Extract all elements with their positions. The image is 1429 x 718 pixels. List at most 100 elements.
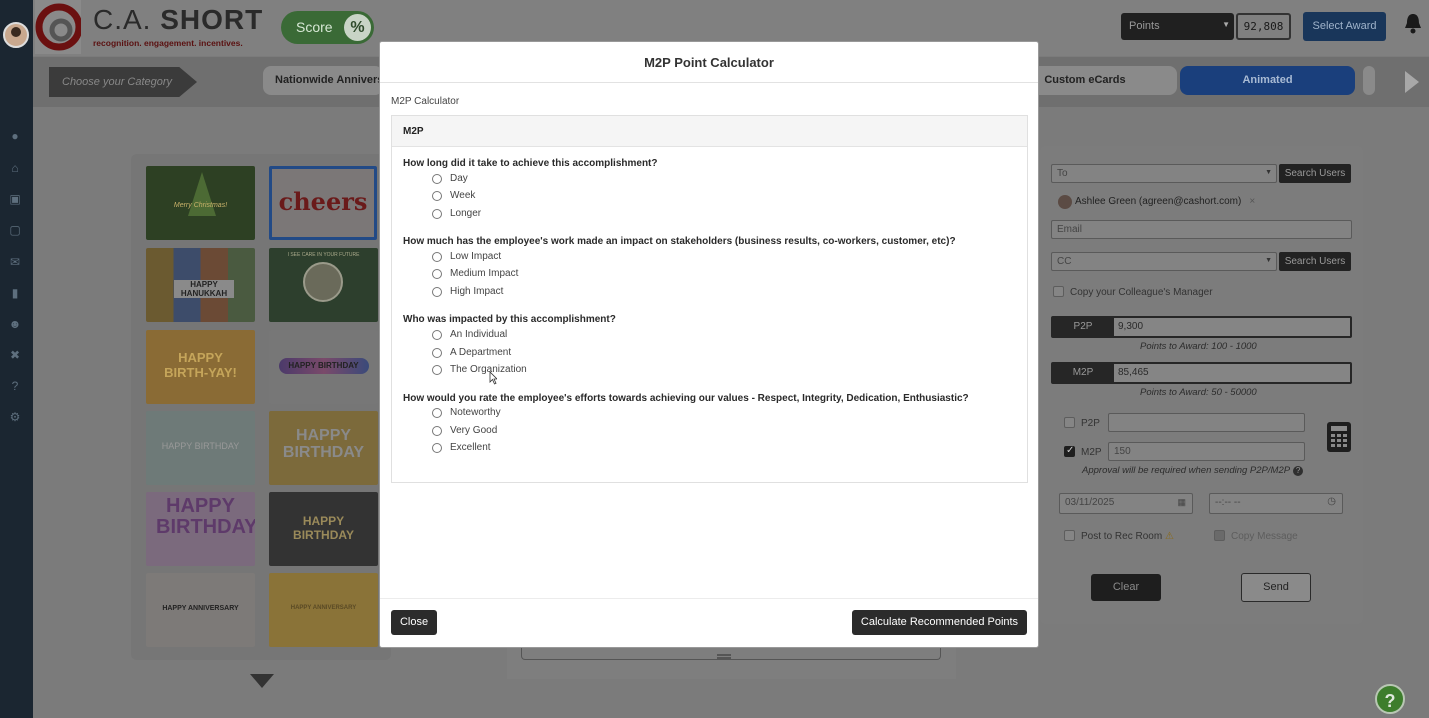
email-field[interactable]: Email: [1051, 220, 1352, 239]
date-field[interactable]: 03/11/2025 ▦: [1059, 493, 1193, 514]
category-next-partial[interactable]: [1363, 66, 1375, 95]
option-label: Excellent: [450, 442, 491, 453]
option-label: Very Good: [450, 425, 498, 436]
tools-icon[interactable]: ✖: [8, 349, 22, 361]
caret-down-icon: ▼: [1265, 169, 1272, 176]
percent-icon: %: [344, 14, 371, 41]
chevron-down-icon[interactable]: [250, 674, 274, 688]
question-icon[interactable]: ?: [1293, 466, 1304, 476]
m2p-checkbox[interactable]: [1064, 445, 1075, 457]
help-icon[interactable]: ?: [8, 380, 22, 392]
chart-icon[interactable]: ▮: [8, 287, 22, 299]
ecard-christmas[interactable]: Merry Christmas!: [146, 166, 255, 240]
user-icon[interactable]: ●: [8, 130, 22, 142]
ecard-care[interactable]: I SEE CARE IN YOUR FUTURE: [269, 248, 378, 322]
m2p-amount-field[interactable]: 150: [1108, 442, 1305, 461]
q3-option-individual[interactable]: An Individual: [432, 328, 507, 342]
ecard-anniversary-gold[interactable]: HAPPY ANNIVERSARY: [269, 573, 378, 647]
q4-option-noteworthy[interactable]: Noteworthy: [432, 406, 501, 420]
calendar-icon[interactable]: ▦: [1177, 497, 1186, 508]
q1-option-day[interactable]: Day: [432, 172, 468, 186]
q4-option-very-good[interactable]: Very Good: [432, 424, 497, 438]
radio-button[interactable]: [432, 269, 442, 279]
option-label: Noteworthy: [450, 407, 501, 418]
q3-option-organization[interactable]: The Organization: [432, 363, 527, 377]
team-icon[interactable]: ☻: [8, 318, 22, 330]
approval-note-text: Approval will be required when sending P…: [1082, 465, 1291, 476]
radio-button[interactable]: [432, 287, 442, 297]
cc-field[interactable]: CC ▼: [1051, 252, 1277, 271]
chevron-right-icon[interactable]: [1405, 71, 1419, 93]
post-rec-room-checkbox[interactable]: [1064, 530, 1075, 541]
bell-icon[interactable]: [1403, 12, 1423, 34]
search-users-button-cc[interactable]: Search Users: [1279, 252, 1351, 271]
settings-icon[interactable]: ⚙: [8, 411, 22, 423]
q2-option-low[interactable]: Low Impact: [432, 250, 501, 264]
resize-grip-icon[interactable]: [717, 654, 731, 656]
clock-icon[interactable]: ◷: [1327, 496, 1336, 507]
close-button[interactable]: Close: [391, 610, 437, 635]
radio-button[interactable]: [432, 426, 442, 436]
q2-option-medium[interactable]: Medium Impact: [432, 267, 518, 281]
ecard-birthday-purple[interactable]: HAPPY BIRTHDAY: [146, 492, 255, 566]
mail-icon[interactable]: ✉: [8, 256, 22, 268]
help-fab-button[interactable]: ?: [1375, 684, 1405, 714]
points-type-select[interactable]: Points ▼: [1121, 13, 1234, 40]
m2p-balance-box: M2P 85,465: [1051, 362, 1352, 384]
q2-option-high[interactable]: High Impact: [432, 285, 503, 299]
calculate-recommended-points-button[interactable]: Calculate Recommended Points: [852, 610, 1027, 635]
radio-button[interactable]: [432, 443, 442, 453]
ecard-birthday-gold[interactable]: HAPPY BIRTHDAY: [269, 411, 378, 485]
q3-option-department[interactable]: A Department: [432, 346, 511, 360]
time-field[interactable]: --:-- -- ◷: [1209, 493, 1343, 514]
time-value: --:-- --: [1215, 497, 1241, 508]
q1-option-longer[interactable]: Longer: [432, 207, 481, 221]
image-icon[interactable]: ▢: [8, 224, 22, 236]
calculator-icon[interactable]: [1327, 422, 1351, 452]
copy-manager-checkbox[interactable]: [1053, 286, 1064, 297]
radio-button[interactable]: [432, 365, 442, 375]
select-award-button[interactable]: Select Award: [1303, 12, 1386, 41]
option-label: High Impact: [450, 286, 504, 297]
chat-icon[interactable]: ▣: [8, 193, 22, 205]
p2p-checkbox[interactable]: [1064, 417, 1075, 428]
radio-button[interactable]: [432, 408, 442, 418]
score-button[interactable]: Score %: [281, 11, 374, 44]
send-button[interactable]: Send: [1241, 573, 1311, 602]
points-select-label: Points: [1129, 20, 1160, 32]
category-nationwide-anniversary[interactable]: Nationwide Annivers...: [263, 66, 383, 95]
user-avatar[interactable]: [3, 22, 29, 48]
caret-down-icon: ▼: [1265, 257, 1272, 264]
p2p-balance-box: P2P 9,300: [1051, 316, 1352, 338]
ecard-gallery: Merry Christmas! cheers HAPPY HANUKKAH I…: [131, 154, 391, 660]
search-users-button-to[interactable]: Search Users: [1279, 164, 1351, 183]
p2p-amount-field[interactable]: [1108, 413, 1305, 432]
copy-message-checkbox[interactable]: [1214, 530, 1225, 541]
points-balance: 92,808: [1236, 13, 1291, 40]
to-field[interactable]: To ▼: [1051, 164, 1277, 183]
question-3: Who was impacted by this accomplishment?: [403, 314, 616, 325]
ecard-cheers[interactable]: cheers: [269, 166, 377, 240]
remove-recipient-icon[interactable]: ×: [1249, 196, 1255, 207]
radio-button[interactable]: [432, 348, 442, 358]
ecard-birthday-ribbon[interactable]: HAPPY BIRTHDAY: [269, 330, 378, 404]
q1-option-week[interactable]: Week: [432, 189, 475, 203]
ecard-hanukkah[interactable]: HAPPY HANUKKAH: [146, 248, 255, 322]
date-value: 03/11/2025: [1065, 497, 1115, 508]
category-animated[interactable]: Animated: [1180, 66, 1355, 95]
post-rec-room-text: Post to Rec Room: [1081, 531, 1163, 542]
ecard-birthday-watercolor[interactable]: HAPPY BIRTHDAY: [146, 411, 255, 485]
radio-button[interactable]: [432, 330, 442, 340]
ecard-birthday-dark[interactable]: HAPPY BIRTHDAY: [269, 492, 378, 566]
radio-button[interactable]: [432, 209, 442, 219]
p2p-tag: P2P: [1073, 321, 1093, 332]
radio-button[interactable]: [432, 252, 442, 262]
clear-button[interactable]: Clear: [1091, 574, 1161, 601]
ecard-anniversary-lines[interactable]: HAPPY ANNIVERSARY: [146, 573, 255, 647]
q4-option-excellent[interactable]: Excellent: [432, 441, 491, 455]
ecard-birth-yay[interactable]: HAPPY BIRTH-YAY!: [146, 330, 255, 404]
option-label: Longer: [450, 208, 482, 219]
home-icon[interactable]: ⌂: [8, 162, 22, 174]
radio-button[interactable]: [432, 174, 442, 184]
radio-button[interactable]: [432, 191, 442, 201]
